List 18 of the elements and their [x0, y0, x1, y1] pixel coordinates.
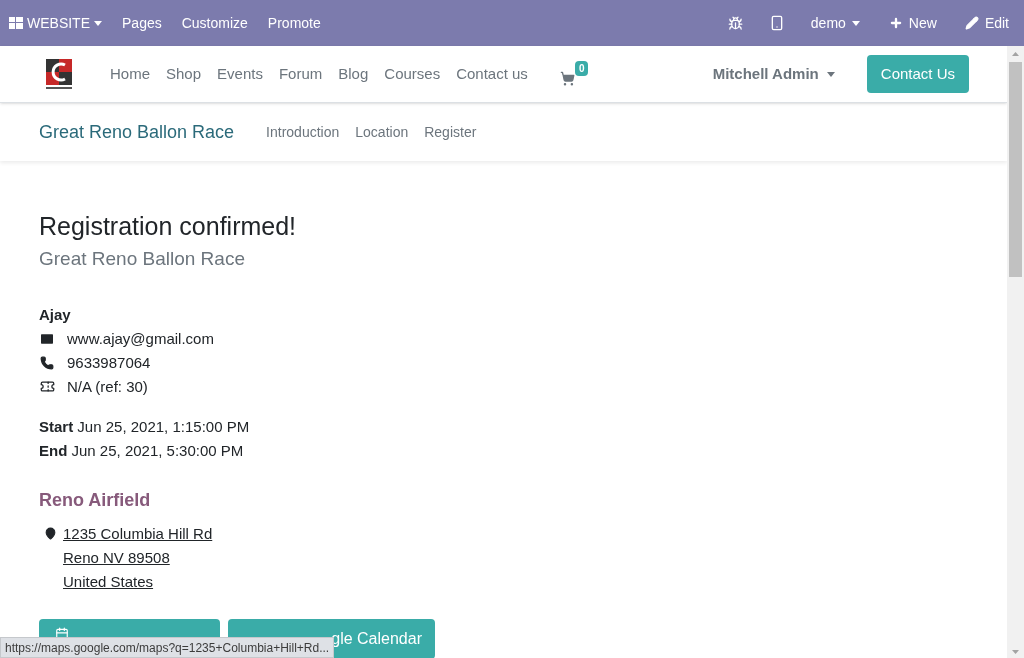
confirmation-heading: Registration confirmed!	[39, 211, 298, 242]
event-subtitle: Great Reno Ballon Race	[39, 247, 246, 271]
date-line: Start Jun 25, 2021, 1:15:00 PM	[39, 416, 251, 437]
attendee-name: Ajay	[39, 304, 72, 325]
account-label: Mitchell Admin	[712, 63, 819, 84]
date-line: End Jun 25, 2021, 5:30:00 PM	[39, 440, 245, 461]
detail-text: N/A (ref: 30)	[67, 376, 148, 397]
event-title: Great Reno Ballon Race	[39, 120, 235, 144]
cart-count: 0	[574, 60, 589, 76]
detail-text: 9633987064	[67, 352, 151, 373]
address-line: United States	[63, 571, 155, 592]
address-line: Reno NV 89508	[63, 547, 171, 568]
app-label: WEBSITE	[27, 13, 90, 33]
detail-text: www.ajay@gmail.com	[67, 328, 214, 349]
venue-name: Reno Airfield	[39, 488, 152, 512]
status-tooltip: https://maps.google.com/maps?q=1235+Columbia+Hill+Rd...	[0, 637, 335, 658]
address-line: 1235 Columbia Hill Rd	[63, 523, 213, 544]
user-label: demo	[810, 13, 846, 33]
